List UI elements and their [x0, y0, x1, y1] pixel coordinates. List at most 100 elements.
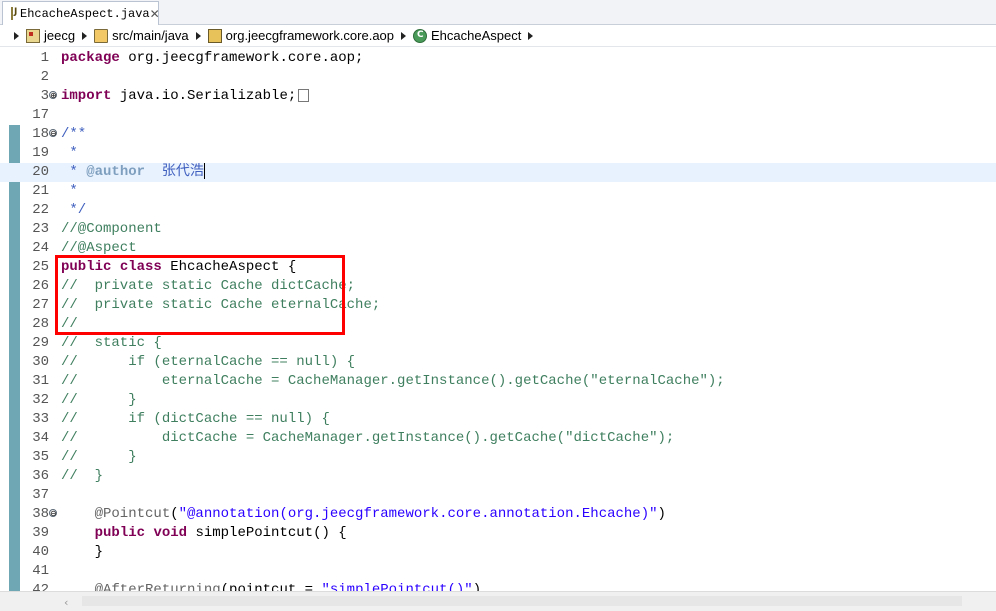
- code-line[interactable]: 33 // if (dictCache == null) {: [0, 410, 996, 429]
- code-token: *: [61, 145, 78, 161]
- breadcrumb-item-project[interactable]: jeecg: [26, 28, 75, 43]
- line-number: 25: [32, 259, 49, 275]
- expand-fold-icon[interactable]: ⊕: [49, 91, 57, 100]
- code-token: void: [153, 525, 188, 541]
- code-text: // }: [61, 448, 137, 467]
- line-number: 36: [32, 468, 49, 484]
- line-number: 23: [32, 221, 49, 237]
- code-line[interactable]: 41: [0, 562, 996, 581]
- line-number: 41: [32, 563, 49, 579]
- code-line[interactable]: 32 // }: [0, 391, 996, 410]
- code-text: /**: [61, 125, 86, 144]
- code-line[interactable]: 42 @AfterReturning(pointcut = "simplePoi…: [0, 581, 996, 591]
- code-line[interactable]: 23 //@Component: [0, 220, 996, 239]
- code-token: public: [94, 525, 146, 541]
- collapse-fold-icon[interactable]: ⊖: [49, 129, 57, 138]
- code-token: org.jeecgframework.core.aop;: [119, 50, 364, 66]
- breadcrumb-label: org.jeecgframework.core.aop: [225, 28, 395, 43]
- code-line[interactable]: 3 ⊕ import java.io.Serializable;: [0, 87, 996, 106]
- breadcrumb-item-package[interactable]: org.jeecgframework.core.aop: [207, 28, 395, 43]
- code-token: // if (dictCache == null) {: [61, 411, 330, 427]
- code-line[interactable]: 38 ⊖ @Pointcut("@annotation(org.jeecgfram…: [0, 505, 996, 524]
- code-token: @Pointcut: [61, 506, 171, 522]
- breadcrumb-label: EhcacheAspect: [431, 28, 522, 43]
- code-text: // dictCache = CacheManager.getInstance(…: [61, 429, 674, 448]
- code-line[interactable]: 37: [0, 486, 996, 505]
- code-token: (pointcut =: [220, 582, 322, 591]
- code-token: //@Component: [61, 221, 162, 237]
- code-text: import java.io.Serializable;: [61, 87, 310, 106]
- breadcrumb-arrow-icon[interactable]: [528, 31, 534, 40]
- code-line[interactable]: 20 * @author 张代浩: [0, 163, 996, 182]
- breadcrumb-arrow-icon: [195, 31, 201, 40]
- code-line[interactable]: 39 public void simplePointcut() {: [0, 524, 996, 543]
- line-number: 30: [32, 354, 49, 370]
- line-number: 1: [40, 50, 49, 66]
- code-line[interactable]: 21 *: [0, 182, 996, 201]
- code-line[interactable]: 29 // static {: [0, 334, 996, 353]
- code-token: // dictCache = CacheManager.getInstance(…: [61, 430, 675, 446]
- line-number: 40: [32, 544, 49, 560]
- code-text: public void simplePointcut() {: [61, 524, 347, 543]
- line-number: 42: [32, 582, 49, 591]
- breadcrumb-arrow-icon: [401, 31, 407, 40]
- code-token: // }: [61, 392, 137, 408]
- text-cursor: [203, 163, 205, 180]
- code-token: simplePointcut() {: [187, 525, 347, 541]
- code-line[interactable]: 40 }: [0, 543, 996, 562]
- breadcrumb-item-class[interactable]: EhcacheAspect: [413, 28, 521, 43]
- code-line[interactable]: 1 package org.jeecgframework.core.aop;: [0, 49, 996, 68]
- code-text: @AfterReturning(pointcut = "simplePointc…: [61, 581, 482, 591]
- tab-ehcacheaspect-java[interactable]: EhcacheAspect.java ✕: [2, 1, 160, 25]
- code-line[interactable]: 17: [0, 106, 996, 125]
- code-text: package org.jeecgframework.core.aop;: [61, 49, 363, 68]
- horizontal-scrollbar[interactable]: ‹: [0, 591, 996, 611]
- code-text: // }: [61, 391, 137, 410]
- code-text: // static {: [61, 334, 162, 353]
- code-text: *: [61, 182, 78, 201]
- class-icon: [413, 28, 428, 43]
- code-token: package: [61, 50, 120, 66]
- breadcrumb-item-source-folder[interactable]: src/main/java: [94, 28, 189, 43]
- line-number: 18: [32, 126, 49, 142]
- code-line[interactable]: 30 // if (eternalCache == null) {: [0, 353, 996, 372]
- code-line[interactable]: 18 ⊖ /**: [0, 125, 996, 144]
- line-number: 27: [32, 297, 49, 313]
- line-number: 35: [32, 449, 49, 465]
- code-line[interactable]: 22 */: [0, 201, 996, 220]
- code-text: */: [61, 201, 86, 220]
- code-token: ): [472, 582, 482, 591]
- code-token: *: [61, 164, 87, 180]
- code-token: @AfterReturning: [61, 582, 221, 591]
- code-token: @author: [86, 164, 146, 180]
- line-number: 17: [32, 107, 49, 123]
- code-line[interactable]: 34 // dictCache = CacheManager.getInstanc…: [0, 429, 996, 448]
- code-line[interactable]: 31 // eternalCache = CacheManager.getInst…: [0, 372, 996, 391]
- code-token: // if (eternalCache == null) {: [61, 354, 356, 370]
- java-file-icon: [11, 7, 17, 20]
- code-text: // if (eternalCache == null) {: [61, 353, 355, 372]
- code-token: ): [657, 506, 666, 522]
- close-tab-icon[interactable]: ✕: [150, 7, 160, 21]
- code-token: //@Aspect: [61, 240, 137, 256]
- code-token: *: [61, 183, 78, 199]
- code-line[interactable]: 36 // }: [0, 467, 996, 486]
- code-token: 张代浩: [145, 164, 204, 180]
- scroll-left-icon[interactable]: ‹: [64, 596, 68, 609]
- line-number: 22: [32, 202, 49, 218]
- scrollbar-thumb[interactable]: [82, 596, 962, 606]
- code-text: * @author 张代浩: [61, 163, 205, 182]
- code-token: // static {: [61, 335, 162, 351]
- collapse-fold-icon[interactable]: ⊖: [49, 509, 57, 518]
- code-token: java.io.Serializable;: [111, 88, 297, 104]
- code-line[interactable]: 2: [0, 68, 996, 87]
- code-line[interactable]: 35 // }: [0, 448, 996, 467]
- line-number: 2: [40, 69, 49, 85]
- line-number: 26: [32, 278, 49, 294]
- code-line[interactable]: 19 *: [0, 144, 996, 163]
- code-text: // }: [61, 467, 103, 486]
- line-number: 31: [32, 373, 49, 389]
- line-number: 24: [32, 240, 49, 256]
- code-editor[interactable]: 1 package org.jeecgframework.core.aop; 2 3 ⊕…: [0, 47, 996, 591]
